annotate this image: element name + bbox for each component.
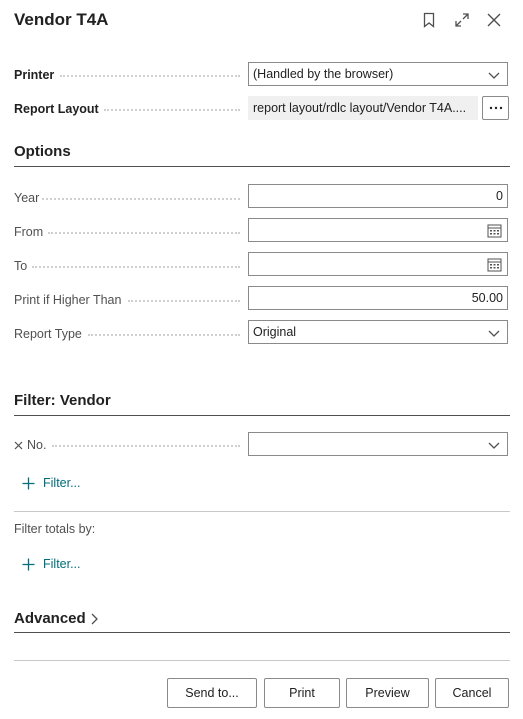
chevron-down-icon [488, 442, 500, 449]
preview-button[interactable]: Preview [346, 678, 429, 708]
vendor-no-filter-select[interactable] [248, 432, 508, 456]
report-layout-value: report layout/rdlc layout/Vendor T4A.... [253, 101, 467, 115]
chevron-down-icon [488, 330, 500, 337]
report-layout-lookup-button[interactable] [482, 96, 509, 120]
add-filter-label: Filter... [43, 476, 81, 490]
expand-icon[interactable] [452, 10, 472, 30]
label-leader-dots [48, 232, 240, 234]
from-label: From [14, 225, 44, 239]
page-title: Vendor T4A [14, 10, 109, 29]
report-type-value: Original [253, 325, 297, 339]
options-section-title: Options [14, 143, 71, 160]
print-if-higher-input[interactable]: 50.00 [248, 286, 508, 310]
printer-select[interactable]: (Handled by the browser) [248, 62, 508, 86]
label-leader-dots [128, 300, 240, 302]
label-leader-dots [52, 445, 240, 447]
printer-value: (Handled by the browser) [253, 67, 394, 81]
footer-divider [14, 660, 510, 661]
report-type-select[interactable]: Original [248, 320, 508, 344]
add-vendor-filter-link[interactable]: Filter... [22, 476, 81, 490]
filter-vendor-divider [14, 415, 510, 416]
label-leader-dots [60, 75, 240, 77]
options-divider [14, 166, 510, 167]
label-leader-dots [88, 334, 240, 336]
add-filter-label: Filter... [43, 557, 81, 571]
plus-icon [22, 477, 35, 489]
printer-label: Printer [14, 68, 55, 82]
label-leader-dots [32, 266, 240, 268]
chevron-right-icon [91, 613, 98, 624]
to-label: To [14, 259, 28, 273]
year-input[interactable]: 0 [248, 184, 508, 208]
send-to-button[interactable]: Send to... [167, 678, 257, 708]
print-if-higher-value: 50.00 [471, 291, 503, 305]
vendor-no-filter-label: No. [14, 437, 46, 453]
label-leader-dots [42, 198, 240, 200]
year-value: 0 [496, 189, 503, 203]
filter-vendor-section-title: Filter: Vendor [14, 392, 111, 409]
calendar-icon[interactable] [487, 223, 502, 238]
print-if-higher-label: Print if Higher Than [14, 293, 122, 307]
filter-totals-label: Filter totals by: [14, 522, 96, 536]
advanced-title: Advanced [14, 610, 86, 627]
calendar-icon[interactable] [487, 257, 502, 272]
report-type-label: Report Type [14, 327, 82, 341]
cancel-button[interactable]: Cancel [435, 678, 509, 708]
advanced-divider [14, 632, 510, 633]
chevron-down-icon [488, 72, 500, 79]
close-icon[interactable] [484, 10, 504, 30]
print-button[interactable]: Print [264, 678, 340, 708]
divider [14, 511, 510, 512]
label-leader-dots [104, 109, 240, 111]
add-totals-filter-link[interactable]: Filter... [22, 557, 81, 571]
remove-filter-icon[interactable] [14, 441, 23, 450]
from-date-input[interactable] [248, 218, 508, 242]
plus-icon [22, 558, 35, 570]
vendor-no-label: No. [27, 438, 47, 452]
to-date-input[interactable] [248, 252, 508, 276]
report-layout-field: report layout/rdlc layout/Vendor T4A.... [248, 96, 478, 120]
ellipsis-icon [489, 106, 502, 110]
bookmark-icon[interactable] [419, 10, 439, 30]
report-layout-label: Report Layout [14, 102, 99, 116]
advanced-section-toggle[interactable]: Advanced [14, 610, 98, 627]
year-label: Year [14, 191, 40, 205]
